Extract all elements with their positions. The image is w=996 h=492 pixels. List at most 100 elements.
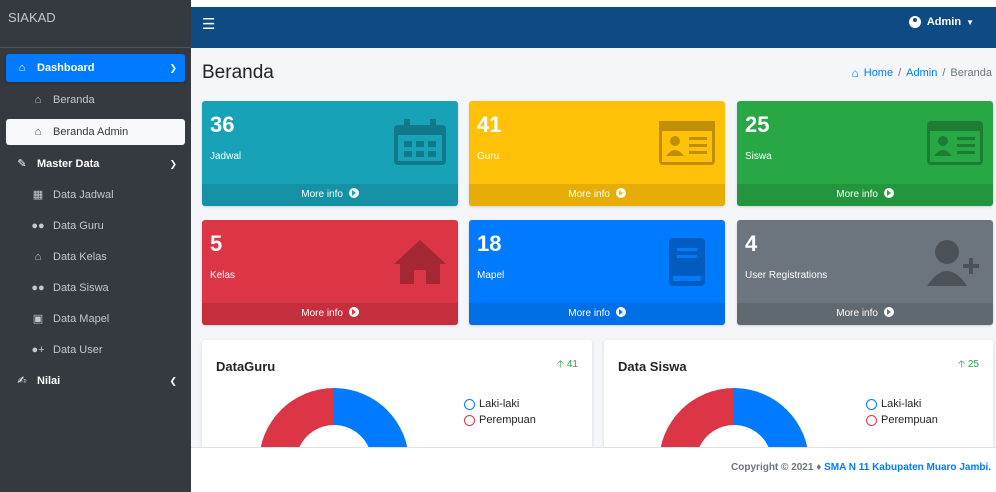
user-plus-icon: ●+ [31,344,45,356]
sidebar-item-beranda[interactable]: ⌂ Beranda [6,85,185,116]
gender-donut-chart [259,388,409,455]
more-info-link[interactable]: More info [202,303,458,325]
top-navbar: ☰ Admin ▼ [191,0,996,48]
card-delta: 🡡 41 [556,359,578,370]
users-icon: ●● [31,220,45,232]
stat-box-siswa: 25 Siswa More info [737,101,993,206]
chart-legend: Laki-laki Perempuan [464,396,536,428]
sidebar-item-label: Data Guru [53,220,104,232]
copyright: Copyright © 2021 ♦ SMA N 11 Kabupaten Mu… [731,462,991,473]
sidebar-item-label: Beranda Admin [53,125,129,138]
book-icon: ▣ [32,313,44,325]
arrow-circle-right-icon [615,307,626,317]
stat-label: Kelas [210,270,236,281]
stat-label: Jadwal [210,151,242,162]
sidebar-item-label: Data Kelas [53,251,107,263]
id-card-icon [659,121,715,165]
card-title: Data Siswa [618,359,687,374]
legend-item-perempuan[interactable]: Perempuan [464,412,536,428]
chevron-down-icon: ❯ [169,63,177,73]
arrow-circle-right-icon [348,307,359,317]
sidebar-nav: ⌂ Dashboard ❯ ⌂ Beranda ⌂ Beranda Admin … [0,48,191,397]
card-data-guru: DataGuru 🡡 41 Laki-laki Perempuan [202,340,592,455]
sidebar-item-label: Data Jadwal [53,189,114,201]
arrow-up-icon: 🡡 [957,359,966,370]
sidebar-item-data-guru[interactable]: ●● Data Guru [6,211,185,242]
sidebar-item-nilai[interactable]: ✍ Nilai ❮ [6,366,185,397]
stat-box-mapel: 18 Mapel More info [469,220,725,325]
sidebar-item-label: Beranda [53,94,95,106]
more-info-link[interactable]: More info [737,184,993,206]
sidebar-item-label: Data User [53,344,103,356]
user-name: Admin [926,16,962,28]
page-footer: Copyright © 2021 ♦ SMA N 11 Kabupaten Mu… [191,447,996,492]
legend-item-laki-laki[interactable]: Laki-laki [866,396,938,412]
calendar-icon [394,119,446,165]
breadcrumb-home[interactable]: Home [864,67,893,79]
user-plus-icon [927,240,979,286]
sidebar-item-data-kelas[interactable]: ⌂ Data Kelas [6,242,185,273]
caret-down-icon: ▼ [966,17,974,27]
chevron-down-icon: ❯ [169,159,177,169]
id-card-icon [927,121,983,165]
donut-slice-laki-laki [334,388,409,455]
arrow-circle-right-icon [348,188,359,198]
stat-label: User Registrations [745,270,828,281]
gender-donut-chart [659,388,809,455]
card-delta: 🡡 25 [957,359,979,370]
stat-value: 36 [210,112,235,137]
arrow-circle-right-icon [883,307,894,317]
home-icon: ⌂ [34,251,42,263]
brand-logo[interactable]: SIAKAD [0,0,191,48]
home-icon: ⌂ [34,94,42,106]
sidebar: SIAKAD ⌂ Dashboard ❯ ⌂ Beranda ⌂ Beranda… [0,0,191,492]
user-menu[interactable]: Admin ▼ [908,16,974,28]
stat-box-kelas: 5 Kelas More info [202,220,458,325]
home-icon: ⌂ [18,62,26,74]
legend-item-laki-laki[interactable]: Laki-laki [464,396,536,412]
sidebar-item-label: Nilai [37,375,61,387]
more-info-link[interactable]: More info [737,303,993,325]
stat-value: 41 [477,112,502,137]
sidebar-item-label: Master Data [37,158,100,170]
stat-value: 18 [477,231,502,256]
stat-label: Siswa [745,151,772,162]
arrow-up-icon: 🡡 [556,359,565,370]
stat-box-jadwal: 36 Jadwal More info [202,101,458,206]
chart-legend: Laki-laki Perempuan [866,396,938,428]
sidebar-item-label: Data Mapel [53,313,110,325]
user-circle-icon [908,16,921,28]
stat-box-user-registrations: 4 User Registrations More info [737,220,993,325]
home-icon [394,240,446,284]
stat-label: Guru [477,151,500,162]
arrow-circle-right-icon [883,188,894,198]
legend-item-perempuan[interactable]: Perempuan [866,412,938,428]
sidebar-item-master-data[interactable]: ✎ Master Data ❯ [6,149,185,180]
calendar-icon: ▦ [32,189,44,201]
menu-toggle-icon[interactable]: ☰ [202,15,215,33]
sidebar-item-data-jadwal[interactable]: ▦ Data Jadwal [6,180,185,211]
breadcrumb-admin[interactable]: Admin [906,67,937,79]
sidebar-item-beranda-admin[interactable]: ⌂ Beranda Admin [6,119,185,145]
sidebar-item-dashboard[interactable]: ⌂ Dashboard ❯ [6,54,185,82]
more-info-link[interactable]: More info [469,303,725,325]
stat-label: Mapel [477,270,505,281]
stat-box-guru: 41 Guru More info [469,101,725,206]
stat-value: 5 [210,231,223,256]
sidebar-item-label: Dashboard [37,62,95,74]
arrow-circle-right-icon [615,188,626,198]
sidebar-item-data-user[interactable]: ●+ Data User [6,335,185,366]
more-info-link[interactable]: More info [469,184,725,206]
sidebar-item-data-siswa[interactable]: ●● Data Siswa [6,273,185,304]
card-title: DataGuru [216,359,276,374]
stat-value: 4 [745,231,758,256]
edit-icon: ✎ [17,158,27,170]
sidebar-item-data-mapel[interactable]: ▣ Data Mapel [6,304,185,335]
donut-slice-perempuan [659,388,734,455]
breadcrumb: ⌂ Home / Admin / Beranda [851,66,993,80]
school-link[interactable]: SMA N 11 Kabupaten Muaro Jambi. [824,462,991,473]
card-data-siswa: Data Siswa 🡡 25 Laki-laki Perempuan [604,340,993,455]
chevron-left-icon: ❮ [169,376,177,386]
more-info-link[interactable]: More info [202,184,458,206]
users-icon: ●● [31,282,45,294]
